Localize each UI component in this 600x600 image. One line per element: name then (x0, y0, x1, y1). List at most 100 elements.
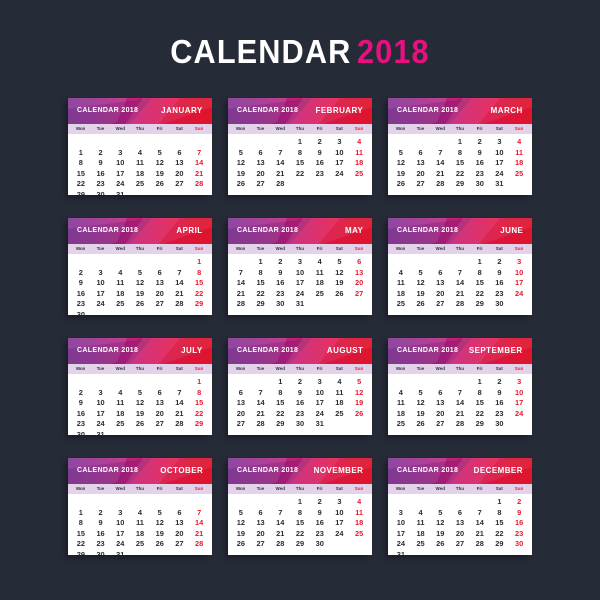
day-cell[interactable]: 8 (270, 388, 290, 399)
day-cell[interactable]: 18 (391, 409, 411, 420)
day-cell[interactable]: 24 (110, 179, 130, 190)
day-cell[interactable]: 14 (270, 518, 290, 529)
day-cell[interactable]: 13 (231, 398, 251, 409)
month-card-october[interactable]: CALENDAR 2018 OCTOBER Mon Tue Wed Thu Fri Sat Su… (68, 458, 212, 555)
day-cell[interactable]: 14 (189, 518, 209, 529)
day-cell[interactable]: 3 (110, 508, 130, 519)
day-cell[interactable]: 18 (349, 518, 369, 529)
day-cell[interactable]: 28 (189, 539, 209, 550)
day-cell[interactable]: 18 (509, 158, 529, 169)
day-cell[interactable]: 5 (430, 508, 450, 519)
day-cell[interactable]: 13 (150, 278, 170, 289)
day-cell[interactable]: 17 (110, 529, 130, 540)
day-cell[interactable]: 14 (270, 158, 290, 169)
day-cell[interactable]: 10 (91, 278, 111, 289)
day-cell[interactable]: 25 (349, 529, 369, 540)
day-cell[interactable]: 6 (430, 268, 450, 279)
day-cell[interactable]: 21 (251, 409, 271, 420)
day-cell[interactable]: 2 (91, 508, 111, 519)
day-cell[interactable]: 22 (490, 529, 510, 540)
day-cell[interactable]: 7 (231, 268, 251, 279)
day-cell[interactable]: 3 (91, 388, 111, 399)
day-cell[interactable]: 14 (450, 398, 470, 409)
day-cell[interactable]: 11 (349, 508, 369, 519)
day-cell[interactable]: 25 (509, 169, 529, 180)
day-cell[interactable]: 15 (290, 518, 310, 529)
day-cell[interactable]: 19 (150, 169, 170, 180)
day-cell[interactable]: 21 (470, 529, 490, 540)
day-cell[interactable]: 1 (270, 377, 290, 388)
day-cell[interactable]: 20 (411, 169, 431, 180)
day-cell[interactable]: 28 (470, 539, 490, 550)
day-cell[interactable]: 17 (91, 289, 111, 300)
day-cell[interactable]: 27 (411, 179, 431, 190)
day-cell[interactable]: 31 (310, 419, 330, 430)
day-cell[interactable]: 16 (290, 398, 310, 409)
day-cell[interactable]: 6 (251, 148, 271, 159)
day-cell[interactable]: 2 (71, 268, 91, 279)
day-cell[interactable]: 24 (509, 409, 529, 420)
day-cell[interactable]: 11 (310, 268, 330, 279)
day-cell[interactable]: 11 (130, 158, 150, 169)
day-cell[interactable]: 20 (231, 409, 251, 420)
day-cell[interactable]: 31 (110, 550, 130, 555)
day-cell[interactable]: 25 (330, 409, 350, 420)
day-cell[interactable]: 9 (490, 268, 510, 279)
day-cell[interactable]: 1 (251, 257, 271, 268)
day-cell[interactable]: 1 (290, 137, 310, 148)
day-cell[interactable]: 24 (110, 539, 130, 550)
day-cell[interactable]: 13 (251, 518, 271, 529)
day-cell[interactable]: 11 (110, 278, 130, 289)
day-cell[interactable]: 3 (509, 377, 529, 388)
day-cell[interactable]: 17 (490, 158, 510, 169)
day-cell[interactable]: 8 (470, 268, 490, 279)
day-cell[interactable]: 12 (130, 278, 150, 289)
day-cell[interactable]: 12 (349, 388, 369, 399)
day-cell[interactable]: 3 (110, 148, 130, 159)
day-cell[interactable]: 5 (330, 257, 350, 268)
month-card-december[interactable]: CALENDAR 2018 DECEMBER Mon Tue Wed Thu Fri Sat S… (388, 458, 532, 555)
day-cell[interactable]: 13 (411, 158, 431, 169)
day-cell[interactable]: 4 (330, 377, 350, 388)
day-cell[interactable]: 20 (170, 529, 190, 540)
day-cell[interactable]: 25 (349, 169, 369, 180)
day-cell[interactable]: 9 (509, 508, 529, 519)
day-cell[interactable]: 16 (310, 158, 330, 169)
day-cell[interactable]: 14 (170, 278, 190, 289)
day-cell[interactable]: 30 (509, 539, 529, 550)
day-cell[interactable]: 27 (150, 299, 170, 310)
day-cell[interactable]: 30 (290, 419, 310, 430)
day-cell[interactable]: 18 (349, 158, 369, 169)
day-cell[interactable]: 19 (391, 169, 411, 180)
day-cell[interactable]: 27 (231, 419, 251, 430)
day-cell[interactable]: 6 (231, 388, 251, 399)
day-cell[interactable]: 31 (110, 190, 130, 195)
day-cell[interactable]: 12 (231, 518, 251, 529)
day-cell[interactable]: 21 (231, 289, 251, 300)
day-cell[interactable]: 12 (231, 158, 251, 169)
day-cell[interactable]: 15 (290, 158, 310, 169)
day-cell[interactable]: 15 (189, 278, 209, 289)
day-cell[interactable]: 5 (349, 377, 369, 388)
day-cell[interactable]: 12 (411, 278, 431, 289)
day-cell[interactable]: 2 (509, 497, 529, 508)
day-cell[interactable]: 28 (170, 299, 190, 310)
day-cell[interactable]: 10 (91, 398, 111, 409)
day-cell[interactable]: 20 (450, 529, 470, 540)
day-cell[interactable]: 8 (490, 508, 510, 519)
day-cell[interactable]: 7 (251, 388, 271, 399)
day-cell[interactable]: 4 (349, 497, 369, 508)
day-cell[interactable]: 29 (470, 419, 490, 430)
day-cell[interactable]: 21 (270, 169, 290, 180)
day-cell[interactable]: 7 (270, 148, 290, 159)
month-card-may[interactable]: CALENDAR 2018 MAY Mon Tue Wed Thu Fri Sat Sun 1 2 3… (228, 218, 372, 315)
day-cell[interactable]: 2 (470, 137, 490, 148)
day-cell[interactable]: 19 (411, 409, 431, 420)
day-cell[interactable]: 28 (189, 179, 209, 190)
day-cell[interactable]: 4 (391, 268, 411, 279)
day-cell[interactable]: 8 (251, 268, 271, 279)
day-cell[interactable]: 26 (391, 179, 411, 190)
day-cell[interactable]: 16 (270, 278, 290, 289)
day-cell[interactable]: 16 (91, 169, 111, 180)
day-cell[interactable]: 17 (91, 409, 111, 420)
